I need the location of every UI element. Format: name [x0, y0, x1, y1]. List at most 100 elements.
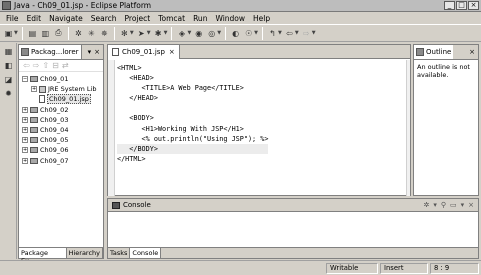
- toolbar-separator: [21, 26, 23, 40]
- run-icon[interactable]: ➤: [136, 28, 147, 39]
- last-edit-dropdown-icon[interactable]: ▼: [278, 30, 282, 36]
- view-menu-icon[interactable]: ▾: [88, 48, 92, 56]
- maximize-button[interactable]: □: [456, 1, 467, 10]
- title-bar: Java - Ch09_01.jsp - Eclipse Platform _ …: [0, 0, 481, 12]
- tomcat-start-icon[interactable]: ✲: [73, 28, 84, 39]
- link-editor-icon[interactable]: ⇄: [62, 61, 69, 70]
- dropdown-icon[interactable]: ▾: [433, 201, 437, 209]
- tree-item[interactable]: + Ch09_06: [19, 145, 103, 155]
- tree-item[interactable]: + Ch09_04: [19, 125, 103, 135]
- close-editor-icon[interactable]: ×: [169, 48, 175, 56]
- pin-console-icon[interactable]: ⚲: [441, 201, 446, 209]
- open-perspective-icon[interactable]: ▦: [3, 46, 14, 57]
- close-view-icon[interactable]: ×: [94, 48, 100, 56]
- tree-item-label: Ch09_01.jsp: [47, 94, 91, 105]
- collapse-all-icon[interactable]: ⊟: [52, 61, 59, 70]
- expand-toggle-icon[interactable]: +: [22, 116, 28, 123]
- code-line: </HTML>: [117, 154, 146, 163]
- tab-tasks[interactable]: Tasks: [108, 248, 131, 258]
- project-folder-icon: [30, 116, 38, 123]
- status-bar: Writable Insert 8 : 9: [0, 260, 481, 275]
- tab-hierarchy[interactable]: Hierarchy: [67, 248, 103, 258]
- java-perspective-icon[interactable]: ◪: [3, 74, 14, 85]
- tree-item[interactable]: Ch09_01.jsp: [19, 94, 103, 105]
- debug-perspective-icon[interactable]: ✹: [3, 88, 14, 99]
- expand-toggle-icon[interactable]: +: [22, 106, 28, 113]
- display-selected-console-icon[interactable]: ✲: [423, 201, 429, 209]
- new-project-icon[interactable]: ◈: [176, 28, 187, 39]
- package-explorer-tab[interactable]: Packag...lorer: [19, 45, 82, 59]
- expand-toggle-icon[interactable]: +: [22, 137, 28, 144]
- close-button[interactable]: ×: [468, 1, 479, 10]
- menu-navigate[interactable]: Navigate: [45, 14, 87, 23]
- debug-dropdown-icon[interactable]: ▼: [130, 30, 134, 36]
- new-dropdown-icon[interactable]: ▼: [14, 30, 18, 36]
- tree-item[interactable]: + Ch09_07: [19, 156, 103, 166]
- close-view-icon[interactable]: ×: [469, 48, 475, 56]
- up-icon[interactable]: ⇧: [42, 61, 49, 70]
- expand-toggle-icon[interactable]: +: [22, 147, 28, 154]
- new-icon[interactable]: ▣: [3, 28, 14, 39]
- toolbar-separator: [171, 26, 173, 40]
- toolbar-separator: [225, 26, 227, 40]
- forward-icon[interactable]: ⇨: [33, 61, 40, 70]
- library-icon: [39, 85, 46, 93]
- back-icon[interactable]: ⇦: [23, 61, 30, 70]
- code-area[interactable]: <HTML> <HEAD> <TITLE>A Web Page</TITLE> …: [117, 63, 269, 164]
- forward-dropdown-icon[interactable]: ▼: [312, 30, 316, 36]
- expand-toggle-icon[interactable]: +: [31, 86, 37, 93]
- new-project-dropdown-icon[interactable]: ▼: [187, 30, 191, 36]
- search-icon[interactable]: ☉: [243, 28, 254, 39]
- open-type-icon[interactable]: ◐: [230, 28, 241, 39]
- menu-tomcat[interactable]: Tomcat: [154, 14, 189, 23]
- outline-tab[interactable]: Outline: [414, 45, 454, 59]
- tree-item[interactable]: + Ch09_05: [19, 135, 103, 145]
- forward-icon[interactable]: ⇨: [301, 28, 312, 39]
- run-dropdown-icon[interactable]: ▼: [147, 30, 151, 36]
- tree-item[interactable]: + JRE System Lib: [19, 84, 103, 94]
- code-line: <TITLE>A Web Page</TITLE>: [117, 84, 244, 93]
- expand-toggle-icon[interactable]: +: [22, 157, 28, 164]
- menu-run[interactable]: Run: [189, 14, 211, 23]
- tab-package-explorer[interactable]: Package Ex...: [19, 248, 67, 265]
- view-menu-icon[interactable]: ▾: [461, 201, 465, 209]
- outline-icon: [416, 48, 424, 56]
- new-class-icon[interactable]: ◎: [206, 28, 217, 39]
- tree-item[interactable]: + Ch09_03: [19, 115, 103, 125]
- tree-item[interactable]: + Ch09_02: [19, 105, 103, 115]
- project-tree: − Ch09_01 + JRE System Lib Ch09_01.jsp + Ch…: [19, 72, 103, 166]
- back-dropdown-icon[interactable]: ▼: [295, 30, 299, 36]
- minimize-button[interactable]: _: [444, 1, 455, 10]
- tomcat-restart-icon[interactable]: ✵: [99, 28, 110, 39]
- external-tools-icon[interactable]: ✱: [153, 28, 164, 39]
- menu-edit[interactable]: Edit: [23, 14, 46, 23]
- menu-help[interactable]: Help: [249, 14, 274, 23]
- clear-console-icon[interactable]: ▭: [450, 201, 457, 209]
- last-edit-icon[interactable]: ↰: [267, 28, 278, 39]
- expand-toggle-icon[interactable]: +: [22, 127, 28, 134]
- close-view-icon[interactable]: ×: [468, 201, 474, 209]
- menu-project[interactable]: Project: [121, 14, 155, 23]
- project-folder-icon: [30, 147, 38, 154]
- back-icon[interactable]: ⇦: [284, 28, 295, 39]
- search-dropdown-icon[interactable]: ▼: [254, 30, 258, 36]
- editor-tab[interactable]: Ch09_01.jsp ×: [108, 44, 180, 59]
- window-title: Java - Ch09_01.jsp - Eclipse Platform: [14, 1, 152, 10]
- resource-perspective-icon[interactable]: ◧: [3, 60, 14, 71]
- print-icon[interactable]: ⎙: [53, 28, 64, 39]
- menu-window[interactable]: Window: [211, 14, 249, 23]
- debug-icon[interactable]: ✻: [119, 28, 130, 39]
- new-package-icon[interactable]: ◉: [193, 28, 204, 39]
- tomcat-stop-icon[interactable]: ✳: [86, 28, 97, 39]
- tree-item[interactable]: − Ch09_01: [19, 74, 103, 84]
- menu-file[interactable]: File: [2, 14, 23, 23]
- save-all-icon[interactable]: ▥: [40, 28, 51, 39]
- new-class-dropdown-icon[interactable]: ▼: [217, 30, 221, 36]
- collapse-toggle-icon[interactable]: −: [22, 76, 28, 83]
- menu-search[interactable]: Search: [87, 14, 121, 23]
- external-tools-dropdown-icon[interactable]: ▼: [164, 30, 168, 36]
- main-toolbar: ▣ ▼ ▤ ▥ ⎙ ✲ ✳ ✵ ✻ ▼ ➤ ▼ ✱ ▼ ◈ ▼ ◉ ◎ ▼ ◐ ☉ ▼ ↰ ▼ …: [0, 24, 481, 42]
- save-icon[interactable]: ▤: [27, 28, 38, 39]
- tab-console[interactable]: Console: [130, 248, 162, 258]
